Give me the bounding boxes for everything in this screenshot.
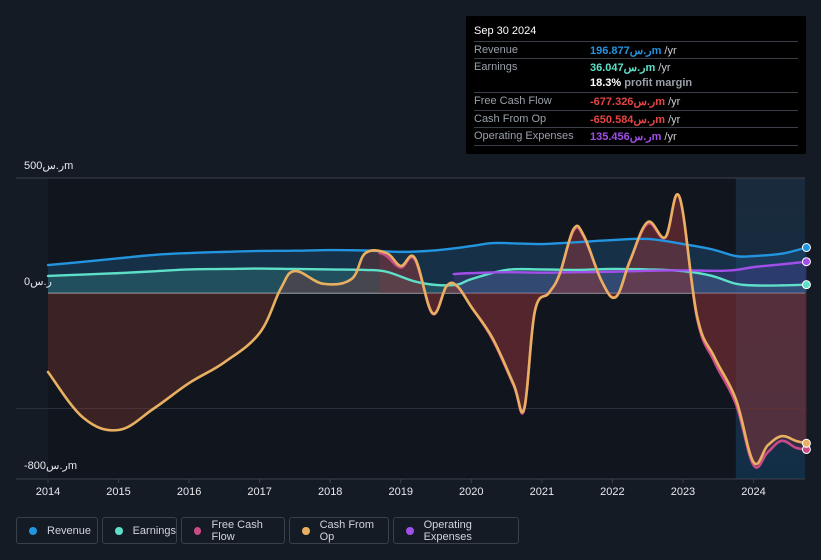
value-suffix: profit margin (621, 77, 693, 89)
cash-from-op-end-point (801, 438, 811, 448)
value-suffix: /yr (655, 62, 671, 74)
tooltip-value: 18.3% profit margin (590, 77, 692, 89)
legend-label: Revenue (47, 524, 92, 537)
legend-operating-expenses[interactable]: Operating Expenses (393, 517, 519, 544)
x-tick-label: 2016 (177, 486, 201, 498)
cash-from-op-dot-icon (302, 526, 310, 535)
legend-label: Cash From Op (319, 518, 374, 543)
x-tick-label: 2019 (389, 486, 413, 498)
x-tick-label: 2021 (530, 486, 554, 498)
value-suffix: /yr (661, 131, 677, 143)
revenue-end-point (801, 243, 811, 253)
tooltip-row-cash-from-op: Cash From Op -650.584ر.سm /yr (474, 110, 798, 128)
legend-label: Operating Expenses (423, 518, 472, 543)
tooltip-value: -650.584ر.سm /yr (590, 113, 680, 126)
tooltip-row-free-cash-flow: Free Cash Flow -677.326ر.سm /yr (474, 92, 798, 110)
legend-revenue[interactable]: Revenue (16, 517, 98, 544)
legend-label: Free Cash Flow (211, 518, 263, 543)
x-tick-label: 2024 (741, 486, 765, 498)
value-suffix: /yr (665, 96, 681, 108)
value-text: -677.326ر.سm (590, 96, 666, 108)
legend-earnings[interactable]: Earnings (102, 517, 177, 544)
tooltip-bottom-rule (474, 145, 798, 146)
operating-expenses-dot-icon (406, 526, 414, 535)
revenue-dot-icon (29, 526, 37, 535)
x-tick-label: 2023 (671, 486, 695, 498)
tooltip-date: Sep 30 2024 (474, 25, 537, 37)
tooltip-row-profit-margin: 18.3% profit margin (474, 75, 798, 92)
earnings-end-point (801, 280, 811, 290)
tooltip-value: 135.456ر.سm /yr (590, 130, 677, 143)
value-text: 18.3% (590, 77, 622, 89)
value-suffix: /yr (661, 45, 677, 57)
y-tick-label-zero: 0ر.س (24, 276, 52, 288)
value-suffix: /yr (665, 114, 681, 126)
tooltip-row-earnings: Earnings 36.047ر.سm /yr (474, 58, 798, 76)
legend-label: Earnings (132, 524, 176, 537)
tooltip-value: 196.877ر.سm /yr (590, 44, 677, 57)
x-tick-label: 2022 (600, 486, 624, 498)
x-tick-label: 2020 (459, 486, 483, 498)
tooltip-label: Cash From Op (474, 113, 547, 125)
legend-free-cash-flow[interactable]: Free Cash Flow (181, 517, 285, 544)
x-tick-label: 2017 (247, 486, 271, 498)
x-tick-label: 2018 (318, 486, 342, 498)
y-tick-label-top: 500ر.سm (24, 160, 74, 172)
value-text: 196.877ر.سm (590, 45, 662, 57)
earnings-dot-icon (115, 526, 123, 535)
y-tick-label-bottom: -800ر.سm (24, 460, 77, 472)
tooltip-row-revenue: Revenue 196.877ر.سm /yr (474, 41, 798, 59)
free-cash-flow-dot-icon (194, 526, 202, 535)
tooltip-row-operating-expenses: Operating Expenses 135.456ر.سm /yr (474, 127, 798, 145)
tooltip-value: -677.326ر.سm /yr (590, 95, 680, 108)
tooltip-label: Earnings (474, 61, 518, 73)
x-tick-label: 2015 (106, 486, 130, 498)
tooltip-panel: Sep 30 2024 Revenue 196.877ر.سm /yr Earn… (466, 16, 806, 154)
tooltip-label: Free Cash Flow (474, 95, 552, 107)
x-tick-label: 2014 (36, 486, 60, 498)
value-text: 135.456ر.سm (590, 131, 662, 143)
value-text: -650.584ر.سm (590, 114, 666, 126)
tooltip-label: Operating Expenses (474, 130, 574, 142)
tooltip-value: 36.047ر.سm /yr (590, 61, 671, 74)
value-text: 36.047ر.سm (590, 62, 656, 74)
legend-cash-from-op[interactable]: Cash From Op (289, 517, 389, 544)
operating-expenses-end-point (801, 257, 811, 267)
tooltip-label: Revenue (474, 44, 519, 56)
